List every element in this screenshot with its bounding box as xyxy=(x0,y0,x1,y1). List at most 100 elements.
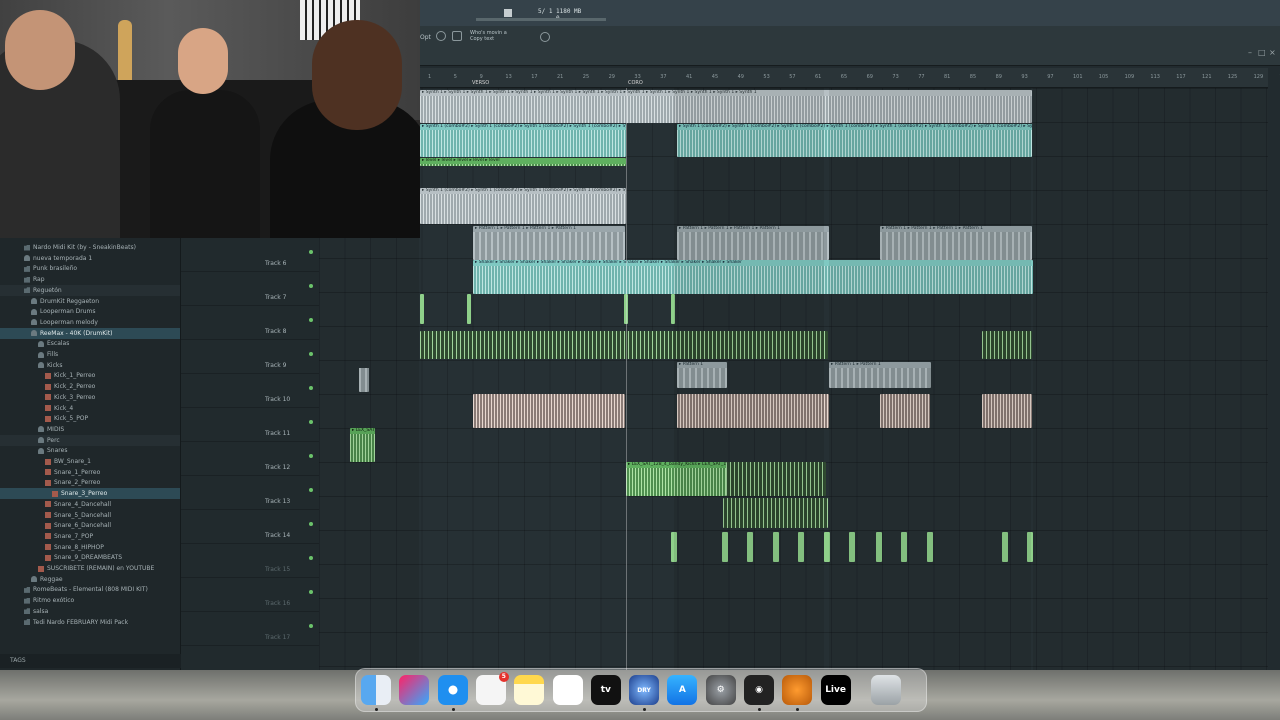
settings-icon[interactable]: ⚙ xyxy=(705,675,736,705)
launchpad-icon[interactable] xyxy=(399,675,430,705)
fl-studio-icon[interactable] xyxy=(782,675,813,705)
snap-icon[interactable] xyxy=(452,31,462,41)
timeline-ruler[interactable]: 1 5 9 13 17 21 25 29 33 37 41 45 49 53 57 61 65 69 73 77 81 8… xyxy=(420,68,1280,88)
tv-icon[interactable]: tv xyxy=(590,675,621,705)
browser-item[interactable]: Rap xyxy=(0,274,180,285)
browser-item[interactable]: salsa xyxy=(0,606,180,617)
browser-item[interactable]: Snare_9_DREAMBEATS xyxy=(0,552,180,563)
close-icon[interactable]: × xyxy=(1269,48,1276,57)
browser-item[interactable]: Snare_2_Perreo xyxy=(0,477,180,488)
track-active-led[interactable] xyxy=(309,488,313,492)
browser-item[interactable]: DrumKit Reggaeton xyxy=(0,296,180,307)
ruler-marker[interactable]: VERSO xyxy=(472,80,489,86)
browser-item[interactable]: Snare_3_Perreo xyxy=(0,488,180,500)
browser-item[interactable]: Kick_1_Perreo xyxy=(0,370,180,381)
browser-item-label: RomeBeats - Elemental (808 MIDI KIT) xyxy=(33,586,148,594)
notes-icon[interactable] xyxy=(514,675,545,705)
track-active-led[interactable] xyxy=(309,420,313,424)
browser-item[interactable]: Fills xyxy=(0,349,180,360)
browser-item[interactable]: nueva temporada 1 xyxy=(0,253,180,264)
track-header[interactable]: Track 8 xyxy=(181,306,319,340)
track-header[interactable]: Track 9 xyxy=(181,340,319,374)
browser-item[interactable]: Escalas xyxy=(0,338,180,349)
trash-icon[interactable] xyxy=(870,675,901,705)
browser-item[interactable]: Snare_5_Dancehall xyxy=(0,510,180,521)
maximize-icon[interactable]: □ xyxy=(1258,48,1266,57)
track-active-led[interactable] xyxy=(309,556,313,560)
stop-icon[interactable] xyxy=(504,9,512,17)
track-active-led[interactable] xyxy=(309,352,313,356)
minimize-icon[interactable]: – xyxy=(1248,48,1252,57)
opt-button[interactable]: Opt xyxy=(420,34,431,41)
track-active-led[interactable] xyxy=(309,250,313,254)
browser-item[interactable]: Kick_5_POP xyxy=(0,413,180,424)
running-indicator xyxy=(796,708,800,711)
gear-icon[interactable] xyxy=(540,32,550,42)
track-active-led[interactable] xyxy=(309,590,313,594)
browser-item[interactable]: Snare_7_POP xyxy=(0,531,180,542)
browser-item[interactable]: Looperman Drums xyxy=(0,306,180,317)
finder-icon[interactable] xyxy=(361,675,391,705)
freeform-icon[interactable] xyxy=(552,675,583,705)
browser-item[interactable]: Kick_3_Perreo xyxy=(0,392,180,403)
track-active-led[interactable] xyxy=(309,454,313,458)
browser-item[interactable]: Nardo Midi Kit (by - SneakinBeats) xyxy=(0,242,180,253)
browser-item[interactable]: Tedi Nardo FEBRUARY Midi Pack xyxy=(0,617,180,628)
track-active-led[interactable] xyxy=(309,318,313,322)
app-store-icon[interactable]: A xyxy=(667,675,698,705)
browser-item[interactable]: Snare_1_Perreo xyxy=(0,467,180,478)
track-headers: Track 6 Track 7 Track 8 Track 9 Track 10 Trac… xyxy=(181,238,319,670)
browser-item[interactable]: ReeMax - 40K (DrumKit) xyxy=(0,327,180,339)
record-icon[interactable] xyxy=(436,31,446,41)
browser-item[interactable]: Perc xyxy=(0,434,180,446)
browser-item[interactable]: BW_Snare_1 xyxy=(0,456,180,467)
track-header[interactable]: Track 10 xyxy=(181,374,319,408)
browser-item[interactable]: Snares xyxy=(0,445,180,456)
playlist-clip[interactable]: ▸ Pattern 1 ▸ Pattern 1 ▸ Pattern 1 ▸ Pa… xyxy=(473,226,625,260)
browser-item[interactable]: SUSCRIBETE (REMAIN) en YOUTUBE xyxy=(0,563,180,574)
track-header[interactable]: Track 16 xyxy=(181,578,319,612)
browser-item[interactable]: Looperman melody xyxy=(0,317,180,328)
browser-item[interactable]: Kicks xyxy=(0,360,180,371)
browser-item-label: Kick_3_Perreo xyxy=(54,393,96,401)
track-header[interactable]: Track 11 xyxy=(181,408,319,442)
track-active-led[interactable] xyxy=(309,522,313,526)
browser-item[interactable]: Ritmo exótico xyxy=(0,595,180,606)
playlist-clip[interactable]: ▸ Synth 1 (combo#2) ▸ Synth 1 (combo#2) … xyxy=(420,124,626,157)
track-header[interactable]: Track 6 xyxy=(181,238,319,272)
browser-item[interactable]: Kick_4 xyxy=(0,403,180,414)
playlist-clip[interactable]: ▸ level ▸ level ▸ level ▸ level ▸ level xyxy=(420,158,626,166)
reminders-icon[interactable]: 5 xyxy=(475,672,509,705)
track-active-led[interactable] xyxy=(309,386,313,390)
clip-waveform xyxy=(467,294,471,324)
browser-item[interactable]: Snare_4_Dancehall xyxy=(0,499,180,510)
playlist-clip[interactable]: ▸ Synth 1 (combo#2) ▸ Synth 1 (combo#2) … xyxy=(420,188,626,224)
track-active-led[interactable] xyxy=(309,624,313,628)
track-header[interactable]: Track 17 xyxy=(181,612,319,646)
audio-slice-clip[interactable] xyxy=(420,294,424,324)
browser-item[interactable]: Kick_2_Perreo xyxy=(0,381,180,392)
track-header[interactable]: Track 14 xyxy=(181,510,319,544)
browser-item[interactable]: Snare_8_HIPHOP xyxy=(0,542,180,553)
track-header[interactable]: Track 15 xyxy=(181,544,319,578)
safari-icon[interactable] xyxy=(437,675,468,705)
browser-item[interactable]: Snare_6_Dancehall xyxy=(0,520,180,531)
playlist-area[interactable]: ▸ Synth 1 ▸ Synth 1 ▸ Synth 1 ▸ Synth 1 … xyxy=(319,88,1268,670)
live-icon[interactable]: Live xyxy=(820,675,851,705)
browser-item[interactable]: Reggae xyxy=(0,574,180,585)
playlist-clip[interactable] xyxy=(473,394,625,428)
browser-item[interactable]: Reguetón xyxy=(0,284,180,296)
track-header[interactable]: Track 13 xyxy=(181,476,319,510)
playhead[interactable] xyxy=(626,88,627,670)
master-volume-slider[interactable] xyxy=(476,18,606,21)
browser-item[interactable]: RomeBeats - Elemental (808 MIDI KIT) xyxy=(0,584,180,595)
cleanmymac-icon[interactable]: DRY xyxy=(629,675,660,705)
logic-icon[interactable]: ◉ xyxy=(744,675,774,705)
track-header[interactable]: Track 12 xyxy=(181,442,319,476)
browser-item[interactable]: Punk brasileño xyxy=(0,263,180,274)
ruler-marker[interactable]: CORO xyxy=(628,80,643,86)
track-active-led[interactable] xyxy=(309,284,313,288)
browser-item[interactable]: MIDIS xyxy=(0,424,180,435)
track-header[interactable]: Track 7 xyxy=(181,272,319,306)
audio-slice-clip[interactable] xyxy=(467,294,471,324)
